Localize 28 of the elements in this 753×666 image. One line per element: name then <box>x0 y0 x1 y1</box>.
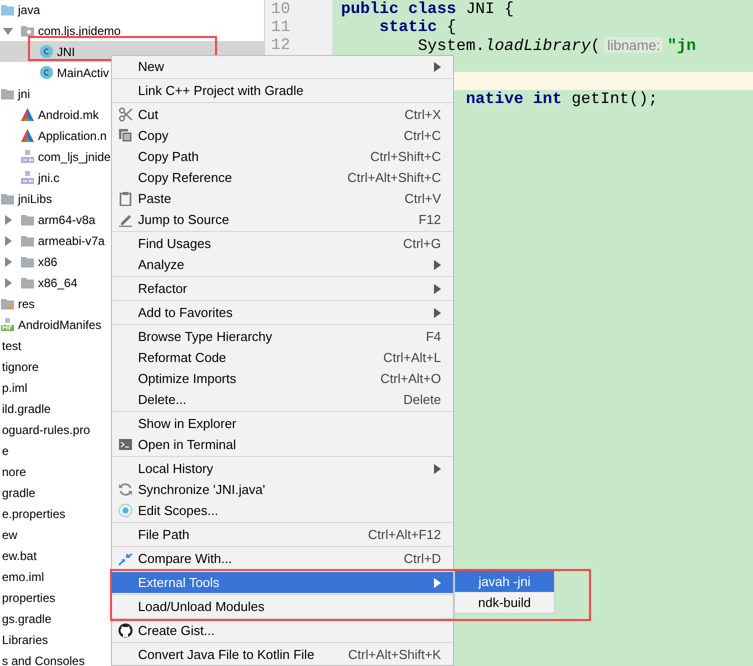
shortcut-text: F4 <box>426 328 441 346</box>
shortcut-text: Ctrl+Alt+Shift+K <box>348 646 441 664</box>
shortcut-text: Ctrl+D <box>404 550 441 568</box>
line-number: 12 <box>270 36 292 54</box>
shortcut-text: Ctrl+X <box>404 106 441 124</box>
code-text: JNI { <box>466 0 514 18</box>
code-text: System. <box>418 37 486 55</box>
shortcut-text: Ctrl+Alt+F12 <box>368 526 441 544</box>
code-text: { <box>446 18 456 36</box>
line-number: 11 <box>270 18 292 36</box>
shortcut-text: Ctrl+Alt+Shift+C <box>347 168 441 187</box>
shortcut-text: Ctrl+V <box>404 190 441 208</box>
shortcut-text: Ctrl+Shift+C <box>370 148 441 166</box>
line-number: 10 <box>270 0 292 18</box>
shortcut-text: Ctrl+G <box>403 234 441 253</box>
code-text: native int <box>466 90 562 108</box>
shortcut-text: Ctrl+Alt+L <box>383 348 441 367</box>
code-text: "jn <box>667 37 696 55</box>
shortcut-text: Ctrl+Alt+O <box>380 370 441 388</box>
shortcut-text: F12 <box>418 210 441 229</box>
shortcut-text: Ctrl+C <box>404 126 441 145</box>
code-text: static <box>379 18 438 36</box>
code-text: getInt(); <box>571 90 658 108</box>
code-text: loadLibrary <box>485 37 591 55</box>
shortcut-text: Delete <box>403 390 441 409</box>
parameter-hint: libname: <box>604 37 664 53</box>
code-text: ( <box>590 37 600 55</box>
code-text: public class <box>341 0 456 18</box>
